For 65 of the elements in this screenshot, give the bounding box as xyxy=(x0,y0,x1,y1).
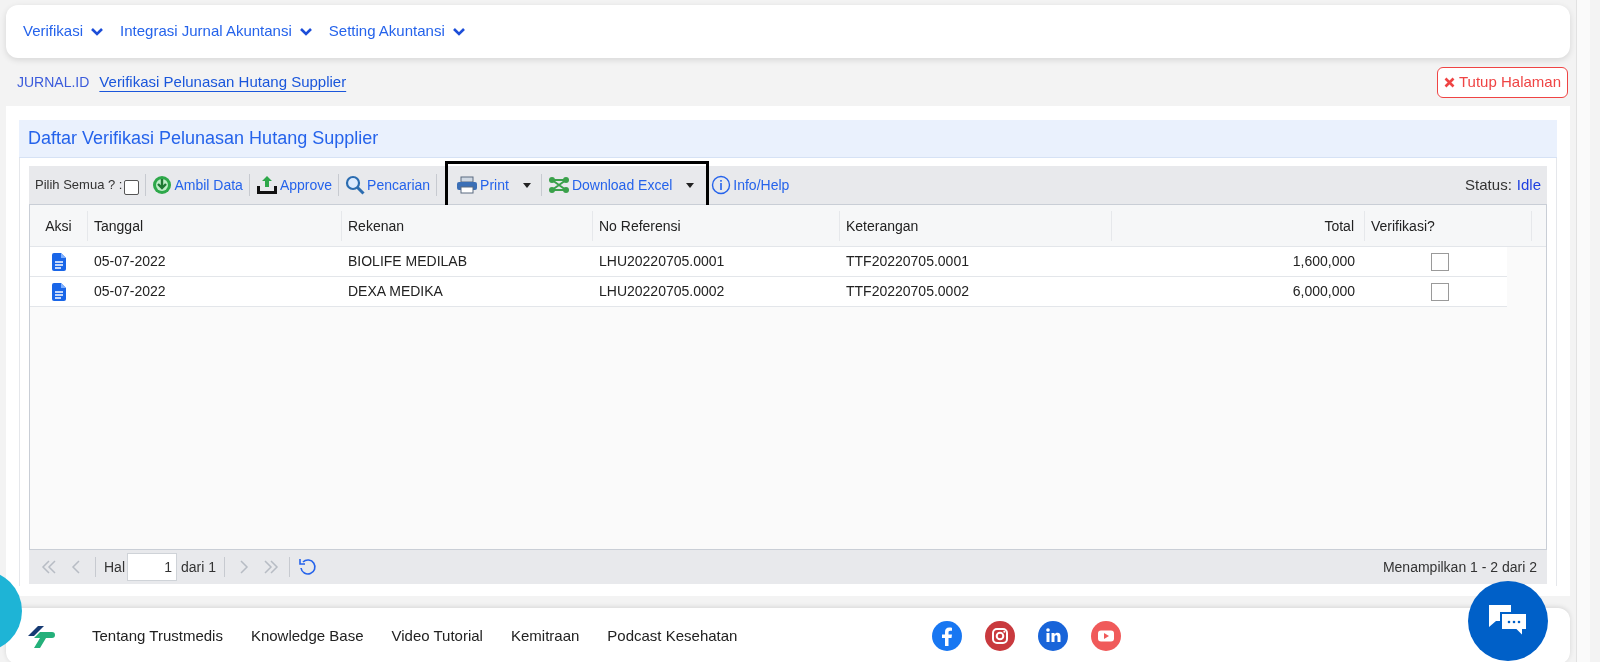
column-header[interactable]: Verifikasi? xyxy=(1365,211,1532,241)
column-header[interactable]: Total xyxy=(1112,211,1365,241)
table-cell-text: TTF20220705.0002 xyxy=(845,282,970,301)
toolbar-button[interactable]: Pencarian xyxy=(345,174,431,196)
caret-icon xyxy=(522,182,531,188)
upload-tray-icon xyxy=(255,175,278,195)
select-all-checkbox[interactable] xyxy=(124,179,140,195)
chevron-down-icon xyxy=(451,26,466,37)
footer-link[interactable]: Knowledge Base xyxy=(250,624,364,648)
nav-menu[interactable]: Setting Akuntansi xyxy=(328,20,466,43)
column-header[interactable]: Tanggal xyxy=(88,211,342,241)
table-cell-text: BIOLIFE MEDILAB xyxy=(347,252,469,271)
table-cell-text: 05-07-2022 xyxy=(93,252,167,271)
nav-menu[interactable]: Integrasi Jurnal Akuntansi xyxy=(120,20,313,43)
printer-icon xyxy=(456,176,479,194)
close-page-button[interactable]: Tutup Halaman xyxy=(1437,66,1568,98)
scrollbar[interactable] xyxy=(1576,0,1590,662)
toolbar-button[interactable]: Print xyxy=(456,174,535,196)
column-header[interactable]: Keterangan xyxy=(840,211,1112,241)
table-cell-text: TTF20220705.0001 xyxy=(845,252,970,271)
chevron-down-icon xyxy=(298,26,313,37)
linkedin-icon[interactable] xyxy=(1038,621,1069,651)
table-cell-text: LHU20220705.0002 xyxy=(598,282,726,301)
excel-link-icon xyxy=(547,176,570,194)
search-icon xyxy=(345,175,366,195)
chevron-down-icon xyxy=(90,26,105,37)
table-cell-text: 05-07-2022 xyxy=(93,282,167,301)
table-cell-text: 6,000,000 xyxy=(1291,282,1356,301)
instagram-icon[interactable] xyxy=(985,621,1016,651)
panel-title: Daftar Verifikasi Pelunasan Hutang Supplier xyxy=(19,120,1557,158)
page-label: Hal xyxy=(104,557,125,577)
footer-link[interactable]: Video Tutorial xyxy=(391,624,483,648)
document-icon[interactable] xyxy=(52,252,66,271)
caret-icon xyxy=(686,182,695,188)
column-header[interactable]: Aksi xyxy=(30,211,88,241)
status-label: Status: xyxy=(1465,174,1512,195)
toolbar-button[interactable]: Info/Help xyxy=(711,174,790,196)
nav-menu[interactable]: Verifikasi xyxy=(23,20,105,43)
download-circle-icon xyxy=(152,175,173,195)
footer-link[interactable]: Tentang Trustmedis xyxy=(92,624,223,648)
toolbar-button[interactable]: Ambil Data xyxy=(152,174,243,196)
document-icon[interactable] xyxy=(52,282,66,301)
toolbar-button[interactable]: Approve xyxy=(255,174,333,196)
page-input[interactable]: 1 xyxy=(127,553,177,581)
status-value: Idle xyxy=(1516,174,1541,195)
verify-checkbox[interactable] xyxy=(1431,282,1449,301)
page-count: dari 1 xyxy=(181,557,217,577)
info-icon xyxy=(711,175,732,195)
table-cell-text: DEXA MEDIKA xyxy=(347,282,444,301)
toolbar-button[interactable]: Download Excel xyxy=(547,174,699,196)
verify-checkbox[interactable] xyxy=(1431,252,1449,271)
breadcrumb-current[interactable]: Verifikasi Pelunasan Hutang Supplier xyxy=(99,70,347,94)
column-header[interactable]: No Referensi xyxy=(593,211,840,241)
facebook-icon[interactable] xyxy=(932,621,963,651)
close-icon xyxy=(1444,76,1455,88)
youtube-icon[interactable] xyxy=(1091,621,1122,651)
column-header[interactable]: Rekenan xyxy=(342,211,593,241)
table-cell-text: LHU20220705.0001 xyxy=(598,252,726,271)
breadcrumb-root[interactable]: JURNAL.ID xyxy=(17,71,90,93)
footer-link[interactable]: Kemitraan xyxy=(510,624,580,648)
refresh-icon[interactable] xyxy=(298,558,319,576)
footer-link[interactable]: Podcast Kesehatan xyxy=(607,624,738,648)
record-summary: Menampilkan 1 - 2 dari 2 xyxy=(1382,557,1537,577)
select-all-label: Pilih Semua ? : xyxy=(35,176,123,195)
table-cell-text: 1,600,000 xyxy=(1291,252,1356,271)
